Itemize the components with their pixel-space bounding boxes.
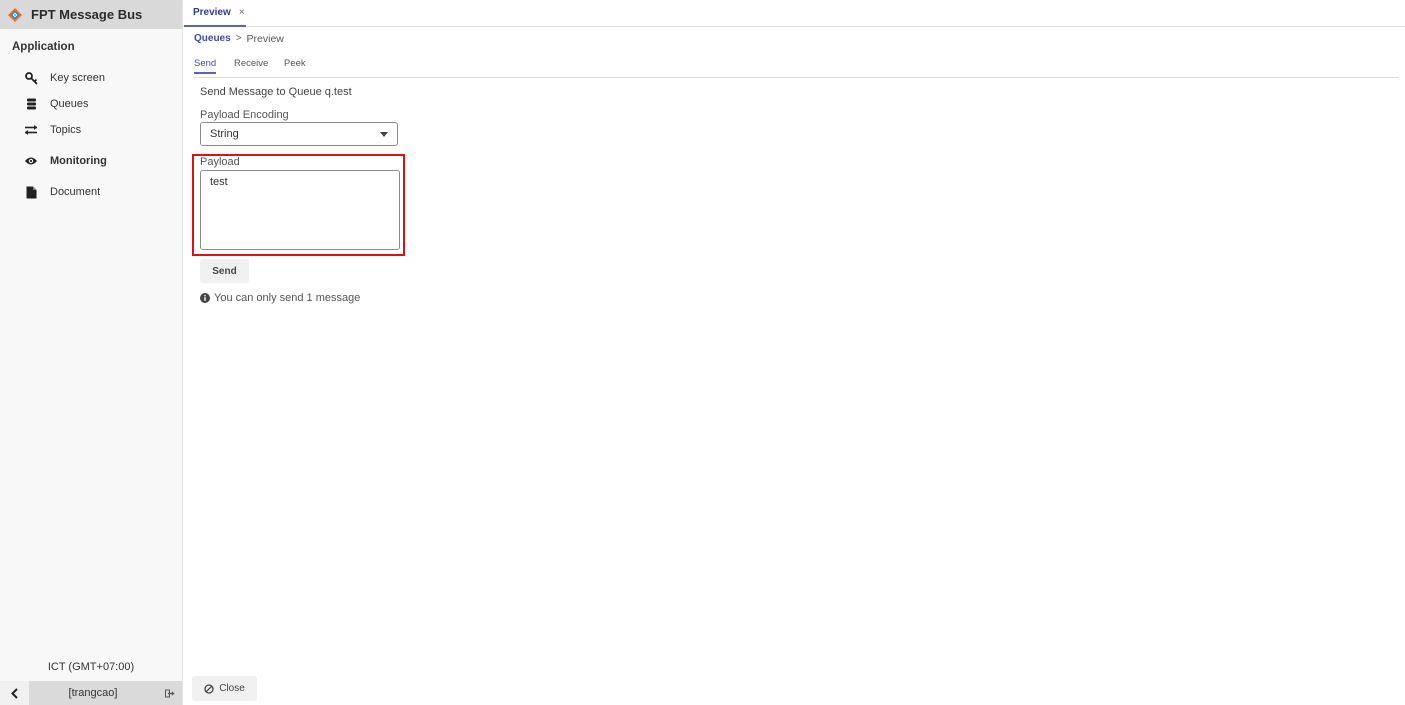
sidebar-item-document[interactable]: Document xyxy=(24,182,174,202)
logout-icon xyxy=(164,689,175,698)
sidebar-item-topics[interactable]: Topics xyxy=(24,120,174,140)
sidebar-item-label: Document xyxy=(50,186,101,198)
info-text: You can only send 1 message xyxy=(214,292,361,304)
payload-encoding-select[interactable]: String xyxy=(200,122,398,146)
sidebar-item-queues[interactable]: Queues xyxy=(24,94,174,114)
close-tab-icon[interactable]: × xyxy=(239,7,245,18)
sidebar-item-label: Topics xyxy=(50,124,82,136)
collapse-sidebar-button[interactable] xyxy=(0,681,29,705)
tab-bar: Preview × xyxy=(183,0,1405,27)
sidebar-item-label: Queues xyxy=(50,98,89,110)
app-title: FPT Message Bus xyxy=(31,7,143,22)
tab-preview[interactable]: Preview × xyxy=(184,0,246,27)
form-title: Send Message to Queue q.test xyxy=(200,86,352,98)
sidebar-item-label: Key screen xyxy=(50,72,106,84)
payload-encoding-label: Payload Encoding xyxy=(200,109,289,121)
caret-down-icon xyxy=(380,131,388,137)
tab-receive[interactable]: Receive xyxy=(234,58,268,72)
close-button-label: Close xyxy=(219,683,245,694)
tab-peek[interactable]: Peek xyxy=(284,58,306,72)
breadcrumb-current: Preview xyxy=(246,33,284,45)
sidebar-item-monitoring[interactable]: Monitoring xyxy=(24,151,174,171)
sidebar-item-label: Monitoring xyxy=(50,155,107,167)
file-icon xyxy=(24,185,38,199)
tab-send[interactable]: Send xyxy=(194,58,217,74)
info-message: You can only send 1 message xyxy=(200,292,360,304)
payload-encoding-value: String xyxy=(210,128,239,140)
key-icon xyxy=(24,71,38,85)
subtab-bar: Send Receive Peek xyxy=(193,56,1399,78)
chevron-left-icon xyxy=(10,687,19,699)
breadcrumb-separator: > xyxy=(235,33,242,44)
database-icon xyxy=(24,97,38,111)
info-icon xyxy=(200,293,210,303)
logout-button[interactable] xyxy=(157,681,182,705)
brand-bar: FPT Message Bus xyxy=(0,0,182,29)
sidebar: FPT Message Bus Application Key screen Q… xyxy=(0,0,183,705)
eye-icon xyxy=(24,154,38,168)
breadcrumb-queues-link[interactable]: Queues xyxy=(194,33,231,45)
breadcrumb: Queues > Preview xyxy=(194,33,284,45)
timezone-label: ICT (GMT+07:00) xyxy=(47,661,135,673)
ban-icon xyxy=(204,683,214,694)
user-bar: [trangcao] xyxy=(0,681,182,705)
payload-textarea[interactable]: test xyxy=(200,170,400,250)
payload-label: Payload xyxy=(200,156,240,168)
username-label: [trangcao] xyxy=(29,681,157,705)
fpt-logo-icon xyxy=(8,7,22,22)
sidebar-item-key-screen[interactable]: Key screen xyxy=(24,68,174,88)
tab-label: Preview xyxy=(193,7,231,18)
send-button[interactable]: Send xyxy=(200,259,249,283)
exchange-arrows-icon xyxy=(24,123,38,137)
close-button[interactable]: Close xyxy=(192,676,257,701)
sidebar-section-title: Application xyxy=(12,41,75,53)
